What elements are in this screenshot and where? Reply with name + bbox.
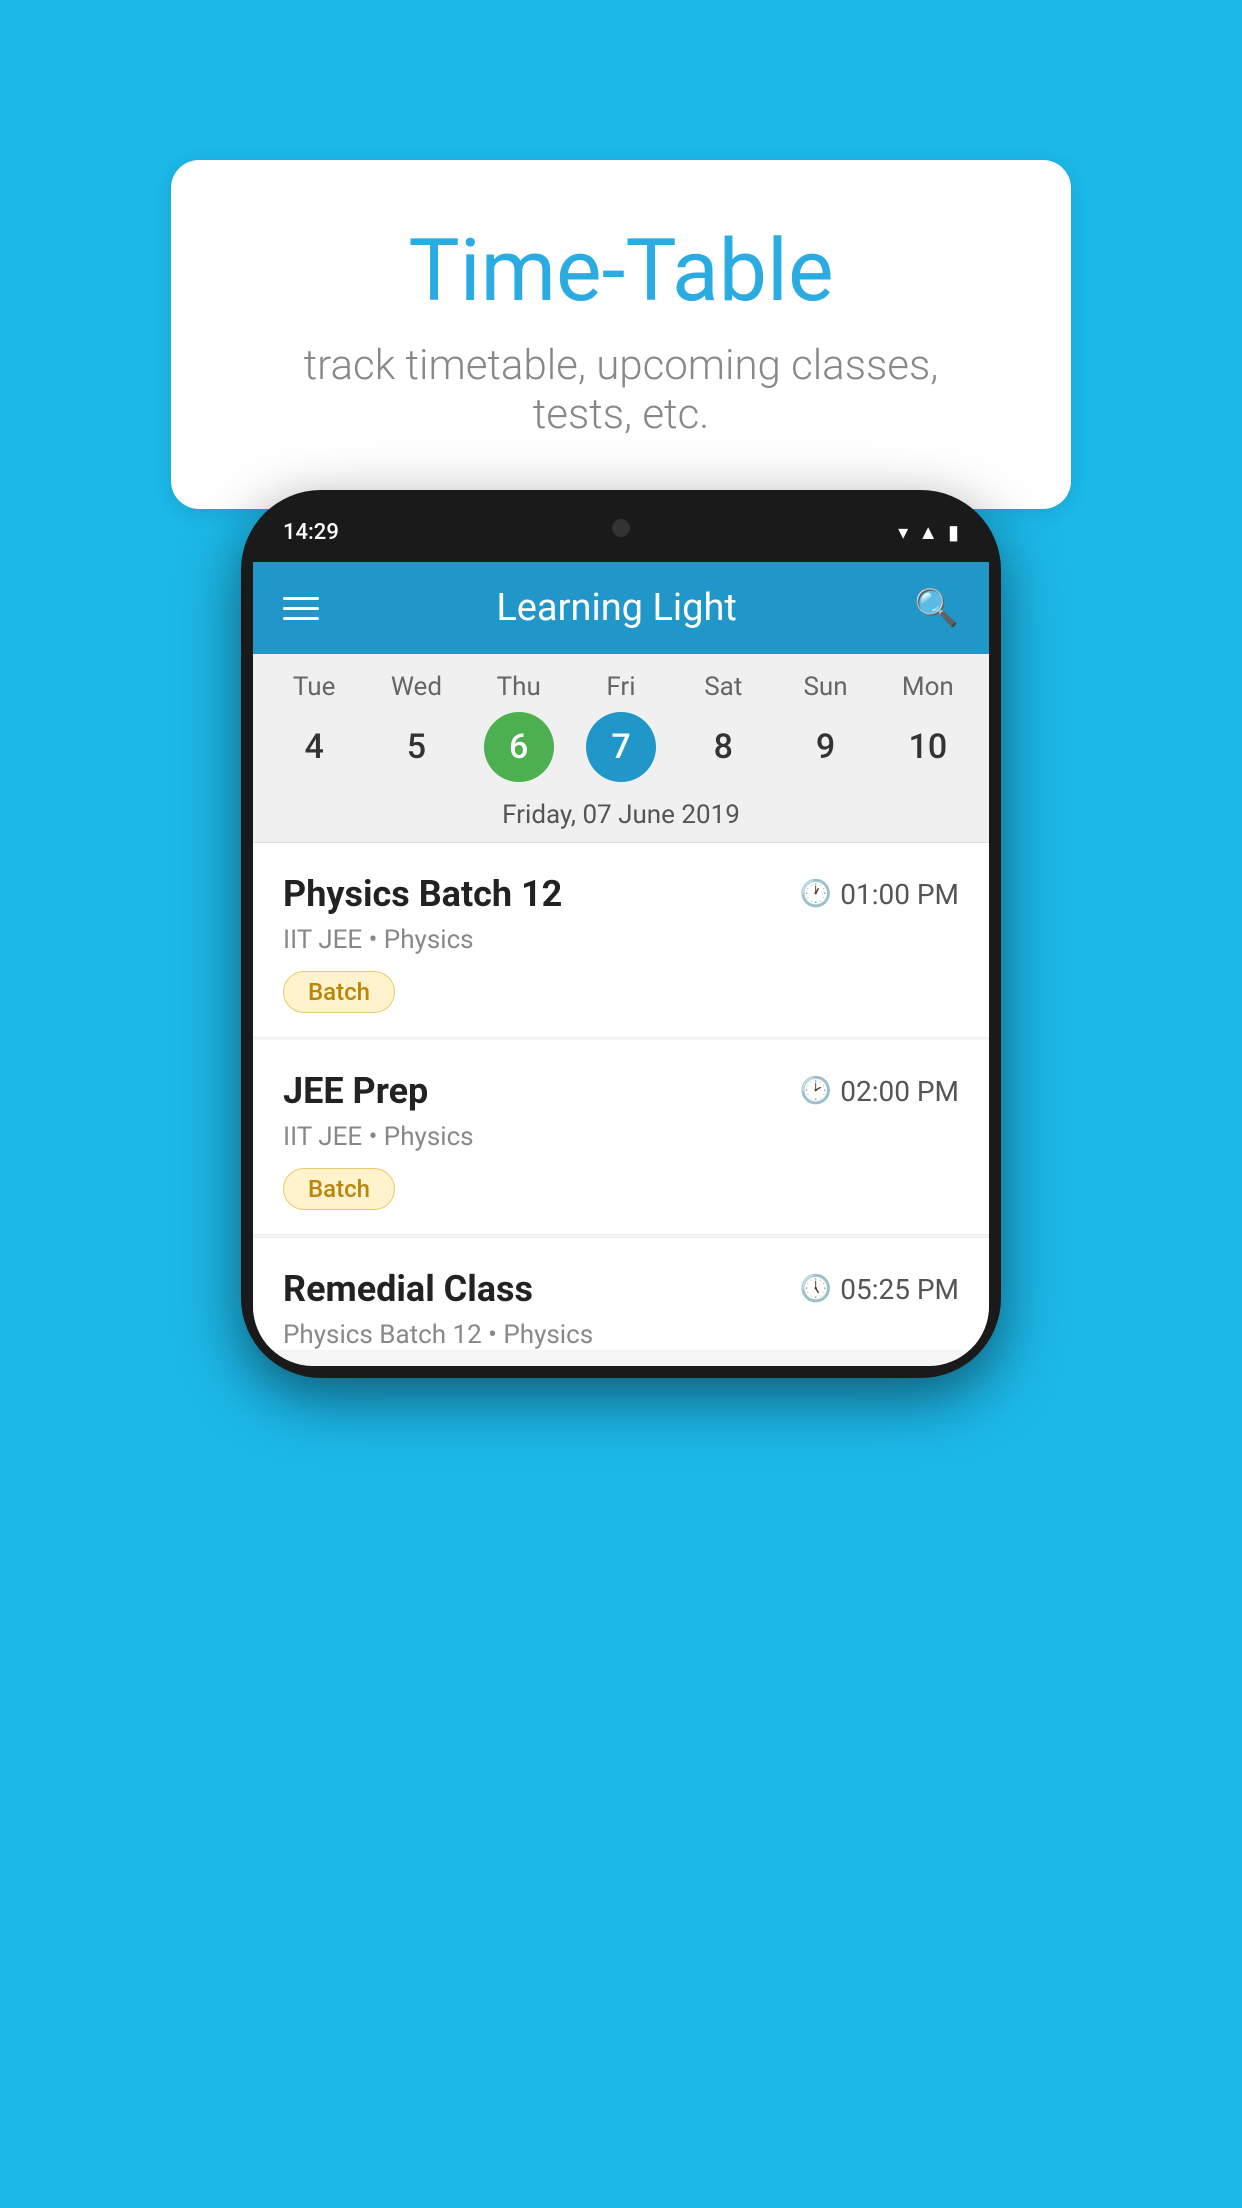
class-detail-1: IIT JEE • Physics	[283, 925, 959, 955]
app-title: Learning Light	[496, 586, 737, 630]
batch-badge-2: Batch	[283, 1168, 395, 1210]
day-num-mon: 10	[893, 712, 963, 782]
day-num-wed: 5	[381, 712, 451, 782]
day-name-sat: Sat	[704, 672, 742, 702]
class-time-1: 🕐 01:00 PM	[800, 878, 959, 911]
class-name-2: JEE Prep	[283, 1070, 428, 1112]
card-header-2: JEE Prep 🕑 02:00 PM	[283, 1070, 959, 1112]
day-name-mon: Mon	[902, 672, 954, 702]
calendar-strip: Tue 4 Wed 5 Thu 6 Fri 7	[253, 654, 989, 843]
day-num-fri: 7	[586, 712, 656, 782]
day-sun[interactable]: Sun 9	[774, 672, 876, 782]
wifi-icon: ▾	[898, 520, 908, 544]
selected-date-label: Friday, 07 June 2019	[253, 788, 989, 843]
class-name-3: Remedial Class	[283, 1268, 533, 1310]
class-card-1[interactable]: Physics Batch 12 🕐 01:00 PM IIT JEE • Ph…	[253, 843, 989, 1038]
status-icons: ▾ ▲ ▮	[898, 520, 959, 545]
battery-icon: ▮	[948, 520, 959, 544]
day-name-fri: Fri	[606, 672, 635, 702]
bubble-subtitle: track timetable, upcoming classes, tests…	[251, 341, 991, 439]
day-name-wed: Wed	[391, 672, 442, 702]
bubble-title: Time-Table	[251, 220, 991, 321]
clock-icon-3: 🕔	[800, 1274, 832, 1304]
card-header-3: Remedial Class 🕔 05:25 PM	[283, 1268, 959, 1310]
status-bar: 14:29 ▾ ▲ ▮	[253, 502, 989, 562]
day-fri[interactable]: Fri 7	[570, 672, 672, 782]
class-card-3[interactable]: Remedial Class 🕔 05:25 PM Physics Batch …	[253, 1237, 989, 1350]
clock-icon-2: 🕑	[800, 1076, 832, 1106]
day-num-tue: 4	[279, 712, 349, 782]
phone-mockup: 14:29 ▾ ▲ ▮ Learning Light 🔍	[241, 490, 1001, 1378]
day-sat[interactable]: Sat 8	[672, 672, 774, 782]
class-time-3: 🕔 05:25 PM	[800, 1273, 959, 1306]
camera	[612, 519, 630, 537]
class-detail-3: Physics Batch 12 • Physics	[283, 1320, 959, 1350]
hamburger-line-3	[283, 617, 319, 620]
hamburger-line-2	[283, 607, 319, 610]
search-icon[interactable]: 🔍	[914, 587, 959, 629]
batch-badge-1: Batch	[283, 971, 395, 1013]
phone-screen: Learning Light 🔍 Tue 4 Wed 5 Thu	[253, 562, 989, 1366]
day-tue[interactable]: Tue 4	[263, 672, 365, 782]
day-num-sat: 8	[688, 712, 758, 782]
phone-frame: 14:29 ▾ ▲ ▮ Learning Light 🔍	[241, 490, 1001, 1378]
class-card-2[interactable]: JEE Prep 🕑 02:00 PM IIT JEE • Physics Ba…	[253, 1040, 989, 1235]
notch	[551, 502, 691, 554]
status-time: 14:29	[283, 520, 339, 545]
class-time-2: 🕑 02:00 PM	[800, 1075, 959, 1108]
card-header-1: Physics Batch 12 🕐 01:00 PM	[283, 873, 959, 915]
clock-icon-1: 🕐	[800, 879, 832, 909]
class-detail-2: IIT JEE • Physics	[283, 1122, 959, 1152]
day-name-thu: Thu	[497, 672, 541, 702]
day-num-thu: 6	[484, 712, 554, 782]
speech-bubble: Time-Table track timetable, upcoming cla…	[171, 160, 1071, 509]
class-name-1: Physics Batch 12	[283, 873, 562, 915]
day-thu[interactable]: Thu 6	[468, 672, 570, 782]
hamburger-line-1	[283, 597, 319, 600]
day-name-sun: Sun	[803, 672, 847, 702]
menu-button[interactable]	[283, 597, 319, 620]
signal-icon: ▲	[918, 520, 938, 545]
day-mon[interactable]: Mon 10	[877, 672, 979, 782]
day-wed[interactable]: Wed 5	[365, 672, 467, 782]
day-num-sun: 9	[791, 712, 861, 782]
app-bar: Learning Light 🔍	[253, 562, 989, 654]
day-name-tue: Tue	[293, 672, 335, 702]
days-row: Tue 4 Wed 5 Thu 6 Fri 7	[253, 654, 989, 788]
